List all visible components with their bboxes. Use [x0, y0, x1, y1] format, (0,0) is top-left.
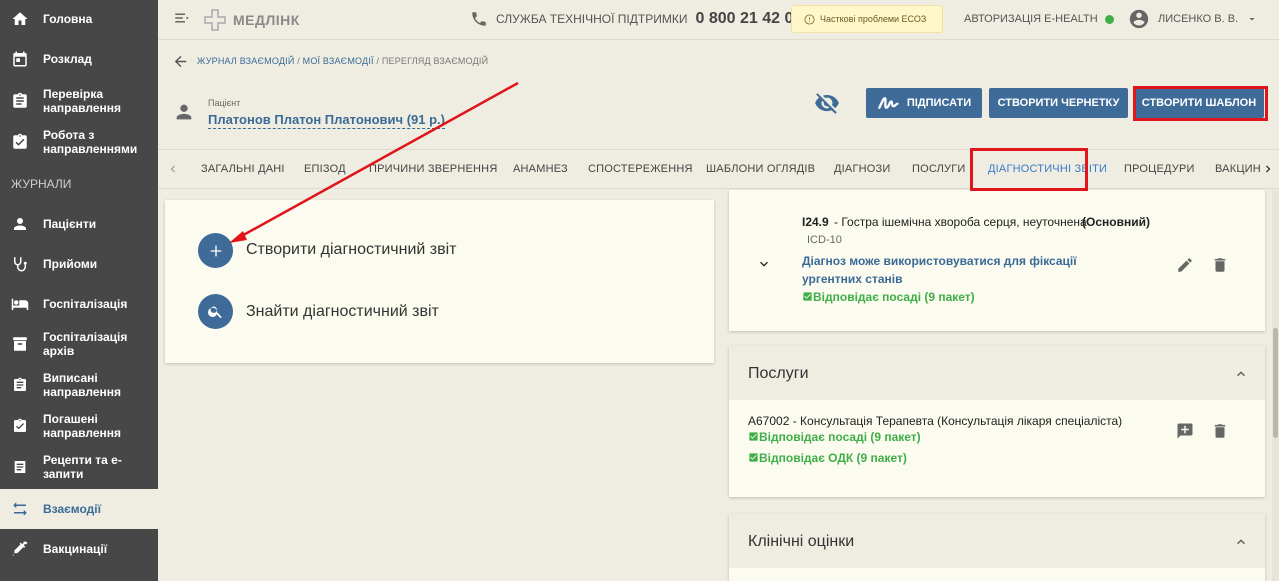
- annotation-arrow: [229, 81, 519, 243]
